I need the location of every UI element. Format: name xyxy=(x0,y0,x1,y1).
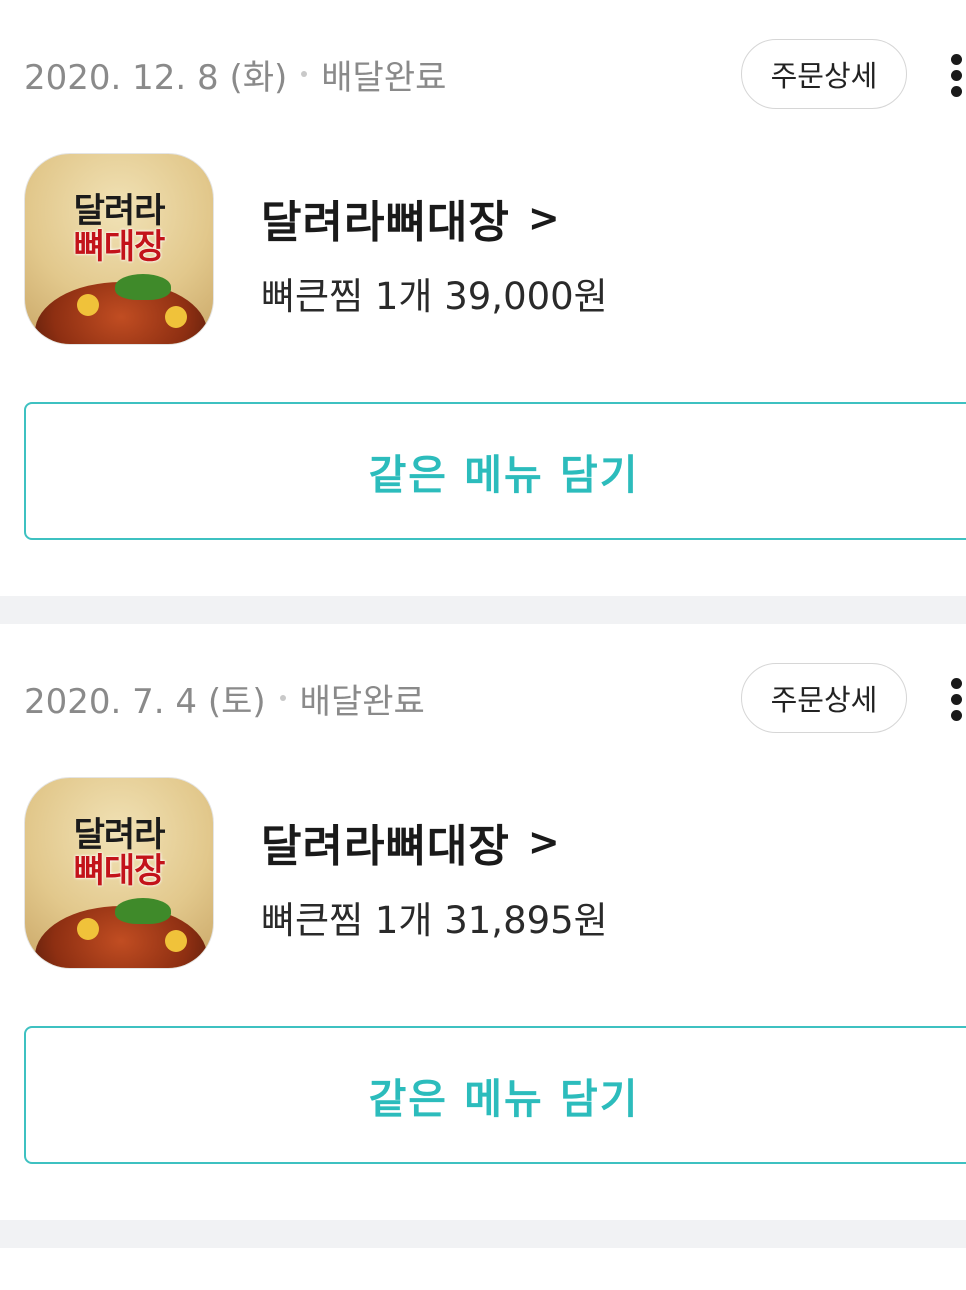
order-detail-button[interactable]: 주문상세 xyxy=(741,663,907,733)
section-divider xyxy=(0,596,966,624)
logo-text-line1: 달려라 xyxy=(73,191,166,231)
store-name: 달려라뼈대장 xyxy=(261,197,510,248)
store-logo[interactable]: 달려라 뼈대장 xyxy=(24,777,214,969)
order-meta: 2020. 7. 4 (토) 배달완료 xyxy=(24,676,425,722)
reorder-same-menu-button[interactable]: 같은 메뉴 담기 xyxy=(24,1026,966,1164)
logo-text-line2: 뼈대장 xyxy=(73,227,166,267)
store-name-link[interactable]: 달려라뼈대장 > xyxy=(261,186,561,250)
more-vertical-icon[interactable] xyxy=(940,670,966,730)
menu-summary: 뼈큰찜 1개 31,895원 xyxy=(261,899,608,942)
more-vertical-icon[interactable] xyxy=(940,46,966,106)
separator-dot xyxy=(279,695,286,701)
order-status: 배달완료 xyxy=(321,57,447,98)
chevron-right-icon: > xyxy=(527,196,561,240)
logo-garnish-graphic xyxy=(115,274,171,300)
order-detail-button[interactable]: 주문상세 xyxy=(741,39,907,109)
order-card: 2020. 7. 4 (토) 배달완료 주문상세 달려라 뼈대장 달려라뼈대장 … xyxy=(0,624,966,1220)
order-meta: 2020. 12. 8 (화) 배달완료 xyxy=(24,52,447,98)
section-divider xyxy=(0,1220,966,1248)
chevron-right-icon: > xyxy=(527,820,561,864)
reorder-same-menu-button[interactable]: 같은 메뉴 담기 xyxy=(24,402,966,540)
logo-garnish-graphic xyxy=(115,898,171,924)
store-name-link[interactable]: 달려라뼈대장 > xyxy=(261,810,561,874)
logo-text-line1: 달려라 xyxy=(73,815,166,855)
store-name: 달려라뼈대장 xyxy=(261,821,510,872)
store-logo[interactable]: 달려라 뼈대장 xyxy=(24,153,214,345)
separator-dot xyxy=(301,71,308,77)
menu-summary: 뼈큰찜 1개 39,000원 xyxy=(261,275,608,318)
order-date: 2020. 7. 4 (토) xyxy=(24,681,266,722)
logo-text-line2: 뼈대장 xyxy=(73,851,166,891)
order-status: 배달완료 xyxy=(299,681,425,722)
order-date: 2020. 12. 8 (화) xyxy=(24,57,288,98)
order-card: 2020. 12. 8 (화) 배달완료 주문상세 달려라 뼈대장 달려라뼈대장… xyxy=(0,0,966,596)
